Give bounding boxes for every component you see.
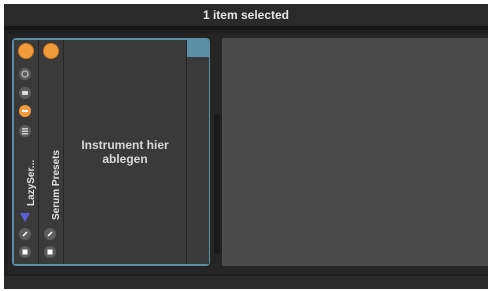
chain-list-icon[interactable] xyxy=(19,105,31,117)
save-icon[interactable] xyxy=(44,246,56,258)
list-icon[interactable] xyxy=(19,125,31,137)
power-toggle-icon[interactable] xyxy=(43,43,59,59)
drop-zone-line-2: ablegen xyxy=(102,152,148,166)
camera-icon[interactable] xyxy=(19,87,31,99)
selection-status: 1 item selected xyxy=(4,4,488,26)
bottom-bar xyxy=(4,276,488,289)
instrument-drop-zone[interactable]: Instrument hier ablegen xyxy=(64,40,186,264)
power-toggle-icon[interactable] xyxy=(18,43,34,59)
instrument-rack[interactable]: LazySer... Serum Presets Instrument hier… xyxy=(12,38,210,266)
chain-label-serum-presets: Serum Presets xyxy=(51,149,62,220)
save-icon[interactable] xyxy=(19,246,31,258)
link-icon[interactable] xyxy=(44,228,56,240)
rack-chain-column-2: Serum Presets xyxy=(39,40,64,264)
app-window: 1 item selected LazySer... Serum Presets… xyxy=(4,4,488,289)
fold-arrow-icon[interactable] xyxy=(20,213,30,222)
macro-icon[interactable] xyxy=(19,68,31,80)
resize-handle[interactable] xyxy=(214,114,220,254)
divider xyxy=(4,26,488,30)
chain-label-lazyserum: LazySer... xyxy=(26,159,37,206)
rack-chain-column-1: LazySer... xyxy=(14,40,39,264)
scroll-thumb[interactable] xyxy=(187,40,209,57)
link-icon[interactable] xyxy=(19,228,31,240)
rack-scrollbar[interactable] xyxy=(186,40,209,264)
device-view: LazySer... Serum Presets Instrument hier… xyxy=(8,34,488,274)
empty-device-panel xyxy=(222,38,488,266)
drop-zone-line-1: Instrument hier xyxy=(81,138,169,152)
